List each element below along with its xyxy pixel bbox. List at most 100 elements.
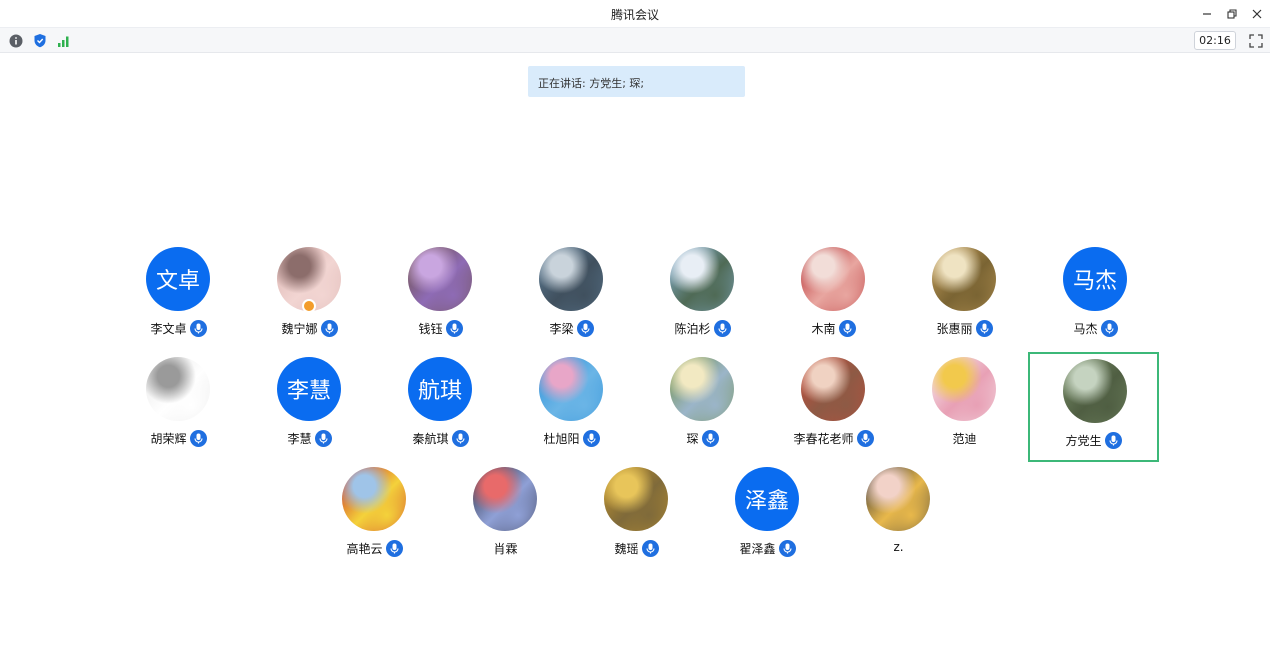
avatar — [801, 357, 865, 421]
participant-name-row: 秦航琪 — [375, 430, 506, 447]
avatar — [146, 357, 210, 421]
avatar — [539, 357, 603, 421]
mic-icon[interactable] — [838, 320, 856, 337]
avatar — [866, 467, 930, 531]
participant-name: 翟泽鑫 — [739, 542, 776, 556]
participant-name-row: 李梁 — [506, 320, 637, 337]
participant-tile[interactable]: 李春花老师 — [768, 352, 899, 462]
participant-name-row: 李慧 — [244, 430, 375, 447]
participant-tile[interactable]: 马杰 马杰 — [1030, 242, 1161, 352]
participant-tile[interactable]: 杜旭阳 — [506, 352, 637, 462]
participant-tile[interactable]: 张惠丽 — [899, 242, 1030, 352]
avatar — [342, 467, 406, 531]
participant-name: 方党生 — [1065, 434, 1102, 448]
mic-icon[interactable] — [778, 540, 796, 557]
participant-tile[interactable]: 胡荣辉 — [113, 352, 244, 462]
avatar — [932, 247, 996, 311]
mic-icon[interactable] — [451, 430, 469, 447]
participant-tile[interactable]: 琛 — [637, 352, 768, 462]
participant-tile[interactable]: 泽鑫翟泽鑫 — [702, 462, 833, 572]
participant-name-row: 翟泽鑫 — [702, 540, 833, 557]
mic-icon[interactable] — [385, 540, 403, 557]
participant-name-row: 魏宁娜 — [244, 320, 375, 337]
participant-tile[interactable]: 李梁 — [506, 242, 637, 352]
participant-name: 张惠丽 — [936, 322, 973, 336]
participant-name: 木南 — [811, 322, 836, 336]
avatar — [670, 357, 734, 421]
avatar: 泽鑫 — [735, 467, 799, 531]
participant-name-row: 杜旭阳 — [506, 430, 637, 447]
participant-name: 肖霖 — [493, 542, 518, 556]
mic-icon[interactable] — [320, 320, 338, 337]
participant-name-row: 木南 — [768, 320, 899, 337]
participant-tile[interactable]: 肖霖 — [440, 462, 571, 572]
mic-icon[interactable] — [189, 430, 207, 447]
participant-name: 钱钰 — [418, 322, 443, 336]
participant-name: 陈泊杉 — [674, 322, 711, 336]
avatar — [670, 247, 734, 311]
participant-name: 李文卓 — [150, 322, 187, 336]
participant-tile[interactable]: 李慧 李慧 — [244, 352, 375, 462]
mic-icon[interactable] — [314, 430, 332, 447]
avatar: 航琪 — [408, 357, 472, 421]
participant-name-row: 魏瑶 — [571, 540, 702, 557]
avatar — [408, 247, 472, 311]
avatar — [932, 357, 996, 421]
avatar: 马杰 — [1063, 247, 1127, 311]
avatar — [539, 247, 603, 311]
mic-icon[interactable] — [1104, 432, 1122, 449]
participant-tile[interactable]: 方党生 — [1028, 352, 1159, 462]
avatar — [604, 467, 668, 531]
participant-name: 魏宁娜 — [281, 322, 318, 336]
mic-icon[interactable] — [975, 320, 993, 337]
host-badge-icon — [302, 299, 316, 313]
participant-tile[interactable]: z. — [833, 462, 964, 572]
participant-name: 杜旭阳 — [543, 432, 580, 446]
mic-icon[interactable] — [582, 430, 600, 447]
mic-icon[interactable] — [856, 430, 874, 447]
participant-name-row: 钱钰 — [375, 320, 506, 337]
participant-name: 李慧 — [287, 432, 312, 446]
participant-name-row: 胡荣辉 — [113, 430, 244, 447]
avatar — [801, 247, 865, 311]
participant-tile[interactable]: 高艳云 — [309, 462, 440, 572]
participant-name: z. — [893, 540, 904, 554]
participant-name-row: 方党生 — [1030, 432, 1157, 449]
mic-icon[interactable] — [189, 320, 207, 337]
participant-tile[interactable]: 木南 — [768, 242, 899, 352]
mic-icon[interactable] — [713, 320, 731, 337]
participant-tile[interactable]: 范迪 — [899, 352, 1030, 462]
participant-name-row: 范迪 — [899, 430, 1030, 447]
participant-grid: 文卓 李文卓 魏宁娜 钱钰 李梁 陈泊杉 木南 张惠丽 马杰 马杰 胡荣辉 李慧 李慧 航琪 秦航琪 杜旭阳琛… — [0, 0, 1270, 666]
participant-tile[interactable]: 文卓李文卓 — [113, 242, 244, 352]
participant-tile[interactable]: 魏宁娜 — [244, 242, 375, 352]
participant-name: 高艳云 — [346, 542, 383, 556]
avatar: 李慧 — [277, 357, 341, 421]
participant-tile[interactable]: 航琪秦航琪 — [375, 352, 506, 462]
participant-tile[interactable]: 魏瑶 — [571, 462, 702, 572]
mic-icon[interactable] — [576, 320, 594, 337]
participant-name: 李春花老师 — [793, 432, 854, 446]
mic-icon[interactable] — [445, 320, 463, 337]
participant-name-row: 肖霖 — [440, 540, 571, 557]
participant-tile[interactable]: 陈泊杉 — [637, 242, 768, 352]
avatar — [1063, 359, 1127, 423]
participant-name-row: 琛 — [637, 430, 768, 447]
mic-icon[interactable] — [1100, 320, 1118, 337]
participant-name-row: 张惠丽 — [899, 320, 1030, 337]
participant-name: 秦航琪 — [412, 432, 449, 446]
participant-name: 马杰 — [1073, 322, 1098, 336]
mic-icon[interactable] — [641, 540, 659, 557]
mic-icon[interactable] — [701, 430, 719, 447]
avatar — [473, 467, 537, 531]
participant-name-row: 高艳云 — [309, 540, 440, 557]
participant-name-row: 李春花老师 — [768, 430, 899, 447]
participant-name: 范迪 — [952, 432, 977, 446]
participant-name: 魏瑶 — [614, 542, 639, 556]
avatar: 文卓 — [146, 247, 210, 311]
participant-name: 李梁 — [549, 322, 574, 336]
participant-name-row: 陈泊杉 — [637, 320, 768, 337]
participant-tile[interactable]: 钱钰 — [375, 242, 506, 352]
participant-name: 琛 — [686, 432, 699, 446]
participant-name-row: z. — [833, 540, 964, 554]
